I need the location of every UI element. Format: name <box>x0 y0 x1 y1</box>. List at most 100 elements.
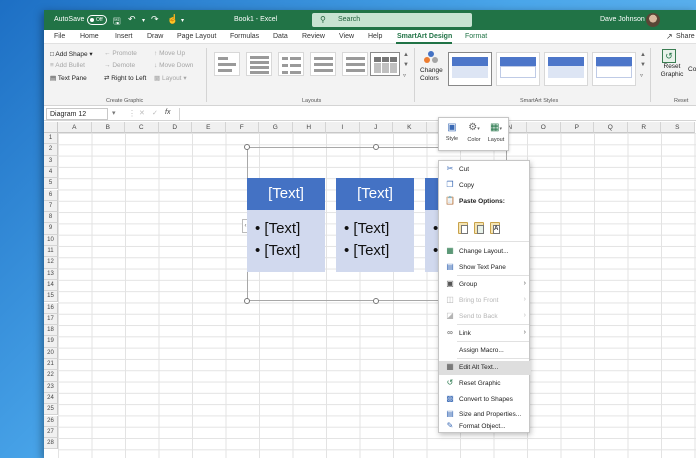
row-header-6[interactable]: 6 <box>44 189 58 201</box>
tab-format[interactable]: Format <box>465 33 487 40</box>
share-icon[interactable]: ↗ <box>666 32 673 41</box>
user-name[interactable]: Dave Johnson <box>600 16 645 23</box>
column-header-j[interactable]: J <box>359 122 393 133</box>
menu-item-reset-graphic[interactable]: ↺ Reset Graphic <box>439 377 531 391</box>
row-header-2[interactable]: 2 <box>44 144 58 156</box>
tab-smartart-design[interactable]: SmartArt Design <box>397 33 452 40</box>
tab-file[interactable]: File <box>54 33 65 40</box>
row-header-7[interactable]: 7 <box>44 200 58 213</box>
avatar[interactable] <box>646 13 660 27</box>
row-header-20[interactable]: 20 <box>44 347 58 359</box>
undo-icon[interactable]: ↶ <box>128 14 136 25</box>
row-header-5[interactable]: 5 <box>44 178 58 190</box>
smartart-style-thumbnail[interactable] <box>592 52 636 86</box>
column-header-q[interactable]: Q <box>594 122 628 133</box>
styles-scroll-up-icon[interactable]: ▲ <box>640 52 646 58</box>
menu-item-edit-alt-text[interactable]: ▦ Edit Alt Text... <box>439 361 531 375</box>
row-header-21[interactable]: 21 <box>44 359 58 371</box>
column-header-a[interactable]: A <box>58 122 92 133</box>
text-pane-button[interactable]: ▤ Text Pane <box>50 74 87 82</box>
layout-thumbnail[interactable] <box>246 52 272 76</box>
column-header-o[interactable]: O <box>527 122 561 133</box>
gallery-scroll-down-icon[interactable]: ▼ <box>403 62 409 68</box>
paste-text-only-button[interactable]: A <box>490 221 502 235</box>
resize-handle[interactable] <box>373 144 379 150</box>
menu-item-assign-macro[interactable]: Assign Macro... <box>439 344 531 358</box>
tab-formulas[interactable]: Formulas <box>230 33 259 40</box>
menu-item-send-to-back[interactable]: ◪ Send to Back › <box>439 310 531 324</box>
gallery-scroll-up-icon[interactable]: ▲ <box>403 52 409 58</box>
row-header-28[interactable]: 28 <box>44 438 58 450</box>
row-header-19[interactable]: 19 <box>44 336 58 348</box>
row-header-22[interactable]: 22 <box>44 370 58 382</box>
layout-thumbnail[interactable] <box>214 52 240 76</box>
row-header-17[interactable]: 17 <box>44 313 58 326</box>
layout-thumbnail[interactable] <box>342 52 368 76</box>
smartart-style-thumbnail[interactable] <box>448 52 492 86</box>
color-button[interactable]: ⚙▾ Color <box>463 120 485 150</box>
select-all-corner[interactable] <box>44 122 58 133</box>
column-header-c[interactable]: C <box>125 122 159 133</box>
cancel-icon[interactable]: ✕ <box>139 109 145 117</box>
share-button[interactable]: Share <box>676 33 695 40</box>
customize-qat-icon[interactable]: ▾ <box>181 17 184 24</box>
tab-home[interactable]: Home <box>80 33 99 40</box>
smartart-heading[interactable]: [Text] <box>336 178 414 210</box>
column-header-i[interactable]: I <box>326 122 360 133</box>
menu-item-show-text-pane[interactable]: ▤ Show Text Pane <box>439 261 531 275</box>
gallery-more-icon[interactable]: ▿ <box>403 72 406 79</box>
enter-icon[interactable]: ✓ <box>152 109 158 117</box>
undo-dropdown-icon[interactable]: ▾ <box>142 17 145 24</box>
name-box[interactable]: Diagram 12 <box>46 108 108 120</box>
reset-graphic-button[interactable]: ↺ Reset Graphic <box>656 49 686 79</box>
resize-handle[interactable] <box>373 298 379 304</box>
column-header-p[interactable]: P <box>560 122 594 133</box>
resize-handle[interactable] <box>244 144 250 150</box>
add-bullet-button[interactable]: ≡ Add Bullet <box>50 62 85 69</box>
demote-button[interactable]: → Demote <box>104 62 135 69</box>
row-header-16[interactable]: 16 <box>44 302 58 314</box>
column-header-b[interactable]: B <box>91 122 125 133</box>
touch-mode-icon[interactable]: ☝ <box>167 14 178 25</box>
row-header-26[interactable]: 26 <box>44 415 58 427</box>
menu-item-change-layout[interactable]: ▦ Change Layout... <box>439 245 531 259</box>
row-header-18[interactable]: 18 <box>44 325 58 337</box>
column-header-h[interactable]: H <box>292 122 326 133</box>
styles-more-icon[interactable]: ▿ <box>640 72 643 79</box>
save-icon[interactable]: 🖫 <box>113 14 121 30</box>
redo-icon[interactable]: ↷ <box>151 14 159 25</box>
row-header-4[interactable]: 4 <box>44 166 58 179</box>
row-header-10[interactable]: 10 <box>44 234 58 246</box>
menu-item-copy[interactable]: ❐ Copy <box>439 179 531 193</box>
row-header-11[interactable]: 11 <box>44 246 58 258</box>
menu-item-link[interactable]: ∞ Link › <box>439 327 531 341</box>
column-header-f[interactable]: F <box>225 122 259 133</box>
menu-item-format-object[interactable]: ✎ Format Object... <box>439 420 531 434</box>
row-header-13[interactable]: 13 <box>44 268 58 280</box>
smartart-style-thumbnail[interactable] <box>544 52 588 86</box>
paste-destination-button[interactable] <box>474 221 486 235</box>
row-header-12[interactable]: 12 <box>44 257 58 269</box>
formula-input[interactable] <box>179 108 694 120</box>
move-up-button[interactable]: ↑ Move Up <box>154 50 185 57</box>
column-header-s[interactable]: S <box>661 122 695 133</box>
smartart-body[interactable]: • [Text] • [Text] <box>247 210 325 272</box>
convert-button-partial[interactable]: Co <box>688 66 696 73</box>
autosave-toggle[interactable]: Off <box>87 15 107 25</box>
column-header-e[interactable]: E <box>192 122 226 133</box>
row-header-23[interactable]: 23 <box>44 381 58 393</box>
smartart-body[interactable]: • [Text] • [Text] <box>336 210 414 272</box>
layout-thumbnail[interactable] <box>310 52 336 76</box>
layout-mini-button[interactable]: ▦▾ Layout <box>485 120 507 150</box>
insert-function-button[interactable]: fx <box>165 109 170 116</box>
styles-scroll-down-icon[interactable]: ▼ <box>640 62 646 68</box>
paste-keep-source-button[interactable] <box>458 221 470 235</box>
row-header-14[interactable]: 14 <box>44 279 58 292</box>
change-colors-button[interactable]: Change Colors <box>420 49 448 93</box>
menu-item-group[interactable]: ▣ Group › <box>439 278 531 292</box>
style-button[interactable]: ▣ Style <box>441 120 463 150</box>
search-box[interactable]: ⚲ Search <box>312 13 472 27</box>
column-header-d[interactable]: D <box>158 122 192 133</box>
tab-insert[interactable]: Insert <box>115 33 133 40</box>
row-header-27[interactable]: 27 <box>44 426 58 439</box>
